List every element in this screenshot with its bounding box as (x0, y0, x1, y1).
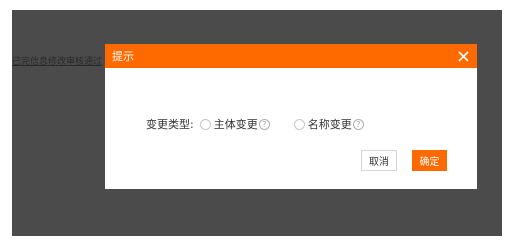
radio-subject-change[interactable]: 主体变更 ? (199, 116, 270, 132)
background-link[interactable]: 已完信息修改审核通过 (12, 54, 102, 67)
dialog-title: 提示 (112, 50, 134, 63)
confirm-button[interactable]: 确定 (412, 150, 447, 171)
change-type-row: 变更类型: 主体变更 ? 名称变更 ? (146, 116, 388, 132)
help-icon[interactable]: ? (258, 118, 270, 130)
radio-label: 主体变更 (213, 118, 258, 131)
radio-label: 名称变更 (307, 118, 352, 131)
change-type-label: 变更类型: (146, 118, 194, 131)
prompt-dialog: 提示 变更类型: 主体变更 ? 名称变更 ? 取消 确定 (105, 44, 477, 189)
help-icon[interactable]: ? (352, 118, 364, 130)
radio-button[interactable] (199, 118, 211, 130)
close-icon[interactable] (456, 49, 470, 63)
dialog-header: 提示 (105, 44, 477, 68)
cancel-button[interactable]: 取消 (361, 150, 397, 171)
radio-button[interactable] (293, 118, 305, 130)
radio-name-change[interactable]: 名称变更 ? (293, 116, 364, 132)
